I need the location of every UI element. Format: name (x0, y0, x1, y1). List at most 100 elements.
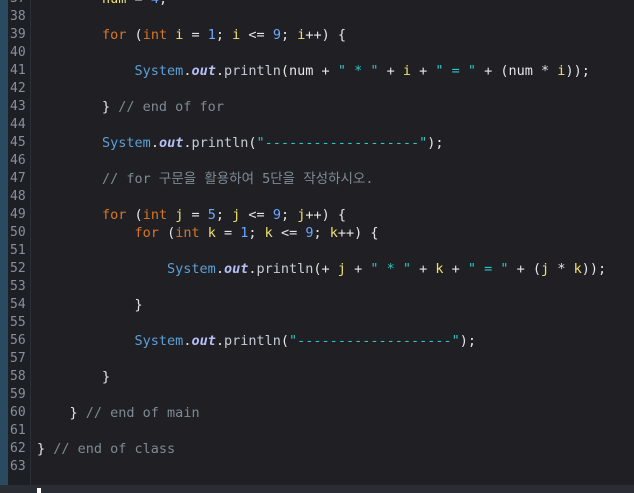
code-line[interactable]: 49 for (int j = 5; j <= 9; j++) { (0, 206, 634, 224)
code-token: System (134, 63, 184, 79)
code-token: int (175, 225, 200, 241)
line-number: 56 (10, 333, 26, 348)
code-token: println (224, 63, 281, 79)
code-line[interactable]: 51 (0, 242, 634, 260)
code-line[interactable]: 59 (0, 386, 634, 404)
code-line[interactable]: 55 (0, 314, 634, 332)
code-token: ; (280, 207, 298, 223)
code-line[interactable]: 42 (0, 80, 634, 98)
code-text[interactable]: num = 4; (37, 0, 167, 8)
code-token: + (410, 63, 436, 79)
code-token: " = " (435, 63, 477, 79)
line-number: 59 (10, 387, 26, 402)
line-number: 58 (10, 369, 26, 384)
code-token: ++) { (305, 207, 346, 223)
code-token: = (126, 0, 150, 7)
code-token: . (215, 333, 224, 349)
line-number: 38 (10, 9, 26, 24)
code-token: System (167, 261, 216, 277)
code-line[interactable]: 41 System.out.println(num + " * " + i + … (0, 62, 634, 80)
code-text[interactable]: } (37, 368, 110, 386)
code-line[interactable]: 48 (0, 188, 634, 206)
code-token: (+ (313, 261, 338, 277)
line-number: 41 (10, 63, 26, 78)
code-token: ; (215, 27, 233, 43)
code-line[interactable]: 45 System.out.println("-----------------… (0, 134, 634, 152)
code-line[interactable]: 53 (0, 278, 634, 296)
code-token: (num + (280, 63, 338, 79)
code-text[interactable]: System.out.println(+ j + " * " + k + " =… (37, 260, 606, 278)
code-text[interactable]: } (37, 296, 143, 314)
code-text[interactable]: for (int j = 5; j <= 9; j++) { (37, 206, 346, 224)
code-line[interactable]: 60 } // end of main (0, 404, 634, 422)
code-line[interactable]: 56 System.out.println("-----------------… (0, 332, 634, 350)
code-line[interactable]: 52 System.out.println(+ j + " * " + k + … (0, 260, 634, 278)
code-token: 5 (207, 207, 216, 223)
code-line[interactable]: 47 // for 구문을 활용하여 5단을 작성하시오. (0, 170, 634, 188)
code-token: + (345, 261, 371, 277)
code-token: out (191, 333, 216, 349)
code-token: . (150, 135, 159, 151)
code-line[interactable]: 63 (0, 458, 634, 476)
code-token: for (134, 225, 159, 241)
line-number: 57 (10, 351, 26, 366)
code-token: <= (240, 207, 273, 223)
code-token: " * " (337, 63, 379, 79)
code-line[interactable]: 40 (0, 44, 634, 62)
code-text[interactable]: } // end of main (37, 404, 200, 422)
code-token: )); (581, 261, 607, 277)
line-number: 55 (10, 315, 26, 330)
code-text[interactable]: } // end of for (37, 98, 224, 116)
code-token: * (549, 261, 574, 277)
code-token: + (num * (476, 63, 558, 79)
horizontal-scrollbar[interactable] (0, 485, 634, 493)
code-token: = (183, 27, 208, 43)
line-number: 37 (10, 0, 30, 8)
code-token: + (410, 261, 436, 277)
code-editor[interactable]: 37 num = 4;3839 for (int i = 1; i <= 9; … (0, 0, 634, 476)
code-token: } (37, 441, 54, 457)
code-token: + ( (508, 261, 542, 277)
code-text[interactable]: System.out.println(num + " * " + i + " =… (37, 62, 590, 80)
code-line[interactable]: 57 (0, 350, 634, 368)
code-token: // for 구문을 활용하여 5단을 작성하시오. (102, 171, 374, 187)
code-token: + (443, 261, 468, 277)
code-line[interactable]: 38 (0, 8, 634, 26)
code-token: System (134, 333, 184, 349)
line-number: 50 (10, 225, 26, 240)
code-token: 9 (272, 27, 281, 43)
code-token: ++) { (337, 225, 379, 241)
code-text[interactable]: System.out.println("-------------------"… (37, 134, 443, 152)
code-line[interactable]: 61 (0, 422, 634, 440)
code-line[interactable]: 54 } (0, 296, 634, 314)
code-line[interactable]: 37 num = 4; (0, 0, 634, 8)
code-text[interactable]: for (int k = 1; k <= 9; k++) { (37, 224, 379, 242)
code-line[interactable]: 46 (0, 152, 634, 170)
code-token: "-------------------" (289, 333, 460, 349)
code-text[interactable]: } // end of class (37, 440, 175, 458)
line-number: 51 (10, 243, 26, 258)
code-line[interactable]: 44 (0, 116, 634, 134)
code-line[interactable]: 58 } (0, 368, 634, 386)
code-token: . (248, 261, 257, 277)
code-text[interactable]: System.out.println("-------------------"… (37, 332, 476, 350)
code-text[interactable]: for (int i = 1; i <= 9; i++) { (37, 26, 346, 44)
code-token: // end of for (118, 99, 224, 115)
code-line[interactable]: 39 for (int i = 1; i <= 9; i++) { (0, 26, 634, 44)
code-token: } (37, 99, 119, 115)
code-line[interactable]: 43 } // end of for (0, 98, 634, 116)
line-number: 42 (10, 81, 26, 96)
code-line[interactable]: 62} // end of class (0, 440, 634, 458)
code-token: ; (248, 225, 265, 241)
code-token: k (264, 225, 273, 241)
scroll-thumb[interactable] (37, 488, 41, 493)
code-token: println (256, 261, 314, 277)
code-token: " * " (370, 261, 411, 277)
code-line[interactable]: 50 for (int k = 1; k <= 9; k++) { (0, 224, 634, 242)
code-text[interactable]: // for 구문을 활용하여 5단을 작성하시오. (37, 170, 373, 188)
